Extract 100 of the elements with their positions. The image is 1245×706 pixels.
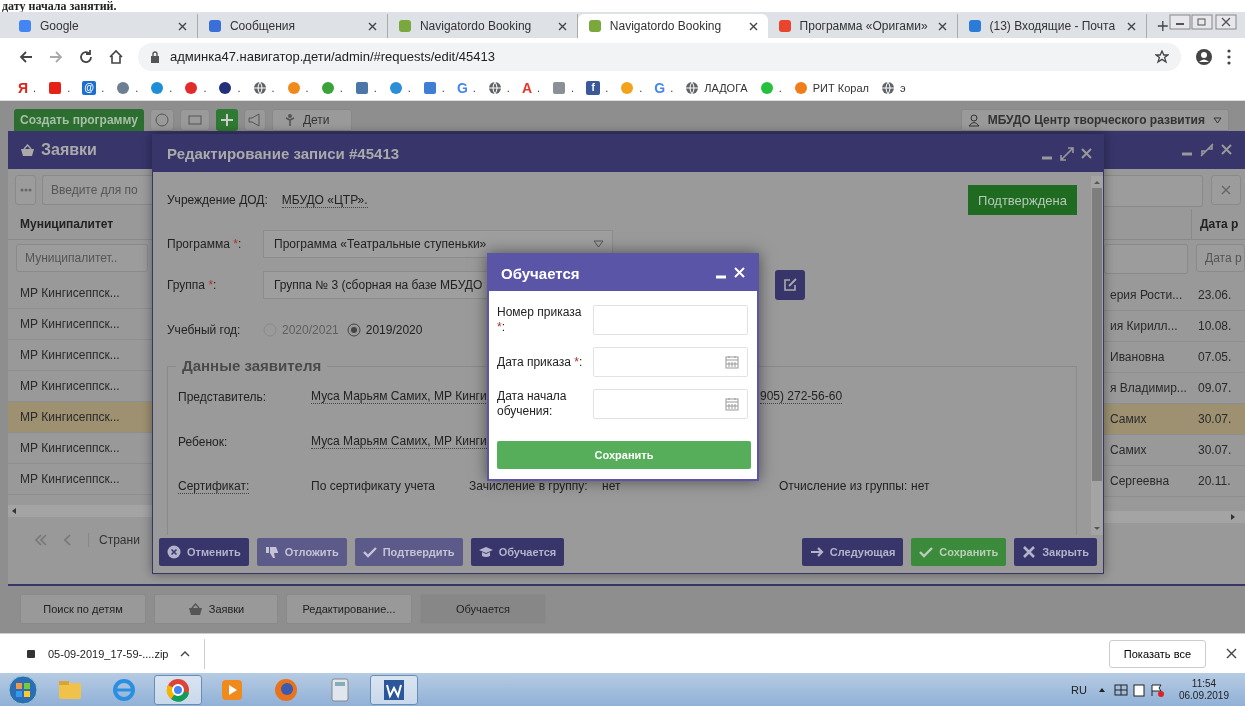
scroll-left-icon[interactable] bbox=[10, 507, 18, 515]
globe-icon[interactable] bbox=[252, 80, 267, 95]
create-program-button[interactable]: Создать программу bbox=[14, 109, 144, 131]
institution-link[interactable]: МБУДО «ЦТР». bbox=[281, 192, 368, 208]
bookmark-label[interactable]: . bbox=[605, 81, 609, 94]
globe-icon[interactable] bbox=[880, 80, 895, 95]
start-button-icon[interactable] bbox=[6, 674, 40, 706]
new-tab-icon[interactable] bbox=[1157, 19, 1170, 33]
radio-option[interactable]: 2019/2020 bbox=[346, 323, 423, 337]
close-icon[interactable] bbox=[1226, 648, 1237, 659]
task-button[interactable]: Редактирование... bbox=[286, 594, 412, 624]
learning-button[interactable]: Обучается bbox=[470, 538, 565, 566]
word-taskbar-icon[interactable] bbox=[370, 675, 418, 705]
table-cell[interactable]: 30.07. bbox=[1192, 435, 1245, 466]
bookmark-label[interactable]: . bbox=[305, 81, 309, 94]
bookmark-label[interactable]: . bbox=[203, 81, 207, 94]
window-controls-icon[interactable] bbox=[1181, 143, 1233, 157]
status-button[interactable]: Подтверждена bbox=[968, 185, 1077, 215]
window-controls-icon[interactable] bbox=[1169, 14, 1240, 30]
radio-icon[interactable] bbox=[346, 323, 361, 337]
megaphone-icon[interactable] bbox=[243, 109, 266, 131]
table-cell[interactable]: Самих bbox=[1104, 404, 1192, 435]
scroll-right-icon[interactable] bbox=[1229, 513, 1237, 521]
bookmark-label[interactable]: . bbox=[407, 81, 411, 94]
bookmark-icon[interactable]: @ bbox=[82, 80, 97, 95]
scroll-down-icon[interactable] bbox=[1093, 526, 1101, 531]
close-icon[interactable] bbox=[1127, 21, 1137, 31]
bookmark-icon[interactable]: Я bbox=[18, 80, 29, 95]
vertical-scrollbar[interactable] bbox=[1091, 176, 1103, 535]
address-bar[interactable]: админка47.навигатор.дети/admin/#requests/edit/45413 bbox=[138, 42, 1181, 71]
table-cell[interactable]: 07.05. bbox=[1192, 342, 1245, 373]
bookmark-label[interactable]: ЛАДОГА bbox=[704, 81, 748, 94]
task-button[interactable]: Поиск по детям bbox=[20, 594, 146, 624]
table-cell[interactable]: МР Кингисеппск... bbox=[8, 402, 152, 433]
forward-icon[interactable] bbox=[48, 48, 64, 65]
input-field[interactable] bbox=[593, 305, 748, 335]
program-select[interactable]: Программа «Театральные ступеньки» bbox=[263, 230, 613, 258]
show-all-button[interactable]: Показать все bbox=[1108, 639, 1206, 668]
chrome-taskbar-icon[interactable] bbox=[154, 675, 202, 705]
back-icon[interactable] bbox=[18, 48, 34, 65]
profile-icon[interactable] bbox=[1195, 47, 1213, 66]
bookmark-label[interactable]: . bbox=[67, 81, 71, 94]
cancel-button[interactable]: Отменить bbox=[159, 538, 249, 566]
globe-icon[interactable] bbox=[685, 80, 700, 95]
star-icon[interactable] bbox=[1155, 49, 1169, 64]
help-icon[interactable] bbox=[149, 109, 174, 131]
bookmark-label[interactable]: э bbox=[899, 81, 906, 94]
close-icon[interactable] bbox=[557, 21, 567, 31]
menu-icon[interactable] bbox=[1227, 48, 1231, 65]
download-item[interactable]: 05-09-2019_17-59-....zip bbox=[26, 638, 206, 669]
search-field[interactable] bbox=[1104, 175, 1203, 207]
bookmark-label[interactable]: . bbox=[506, 81, 510, 94]
window-controls-icon[interactable] bbox=[1041, 146, 1093, 161]
child-link[interactable]: Муса Марьям Самих, МР Кинги bbox=[311, 434, 487, 449]
bookmark-label[interactable]: . bbox=[778, 81, 782, 94]
table-cell[interactable]: 23.06. bbox=[1192, 280, 1245, 311]
date-field[interactable] bbox=[593, 389, 748, 419]
field-label[interactable]: Сертификат: bbox=[178, 479, 250, 494]
bookmark-label[interactable]: . bbox=[169, 81, 173, 94]
task-button[interactable]: Заявки bbox=[154, 594, 278, 624]
close-icon[interactable] bbox=[177, 21, 187, 31]
bookmark-label[interactable]: . bbox=[373, 81, 377, 94]
bookmark-label[interactable]: . bbox=[339, 81, 343, 94]
close-icon[interactable] bbox=[367, 21, 377, 31]
phone-link[interactable]: 905) 272-56-60 bbox=[760, 389, 843, 404]
language-indicator[interactable]: RU bbox=[1071, 684, 1087, 696]
user-menu[interactable]: МБУДО Центр творческого развития bbox=[960, 109, 1229, 131]
bookmark-label[interactable]: . bbox=[670, 81, 674, 94]
bookmark-label[interactable]: РИТ Корал bbox=[812, 81, 869, 94]
bookmark-icon[interactable] bbox=[218, 80, 233, 95]
date-field[interactable] bbox=[593, 347, 748, 377]
bookmark-icon[interactable]: G bbox=[456, 80, 468, 95]
bookmark-label[interactable]: . bbox=[639, 81, 643, 94]
bookmark-label[interactable]: . bbox=[472, 81, 476, 94]
search-field[interactable]: Введите для по bbox=[42, 175, 152, 205]
close-icon[interactable] bbox=[937, 21, 947, 31]
column-header[interactable]: Дата р bbox=[1192, 209, 1245, 240]
next-button[interactable]: Следующая bbox=[801, 538, 904, 566]
edit-button[interactable] bbox=[775, 270, 805, 300]
bookmark-label[interactable]: . bbox=[271, 81, 275, 94]
bookmark-label[interactable]: . bbox=[135, 81, 139, 94]
horizontal-scrollbar[interactable] bbox=[8, 505, 152, 517]
task-button[interactable]: Обучается bbox=[420, 594, 546, 624]
table-cell[interactable]: 30.07. bbox=[1192, 404, 1245, 435]
window-controls-icon[interactable] bbox=[715, 267, 745, 279]
bookmark-label[interactable]: . bbox=[441, 81, 445, 94]
calendar-icon[interactable] bbox=[725, 397, 739, 411]
close-icon[interactable] bbox=[748, 21, 758, 31]
bookmark-icon[interactable]: А bbox=[521, 80, 532, 95]
horizontal-scrollbar[interactable] bbox=[1104, 511, 1245, 523]
bookmark-label[interactable]: . bbox=[571, 81, 575, 94]
bookmark-icon[interactable]: f bbox=[586, 80, 601, 95]
scroll-up-icon[interactable] bbox=[1093, 180, 1101, 185]
bookmark-label[interactable]: . bbox=[237, 81, 241, 94]
home-icon[interactable] bbox=[108, 48, 124, 65]
table-cell[interactable]: 10.08. bbox=[1192, 311, 1245, 342]
filter-field[interactable] bbox=[1104, 244, 1188, 274]
children-button[interactable]: Дети bbox=[271, 109, 353, 131]
reload-icon[interactable] bbox=[78, 48, 94, 65]
bookmark-label[interactable]: . bbox=[101, 81, 105, 94]
